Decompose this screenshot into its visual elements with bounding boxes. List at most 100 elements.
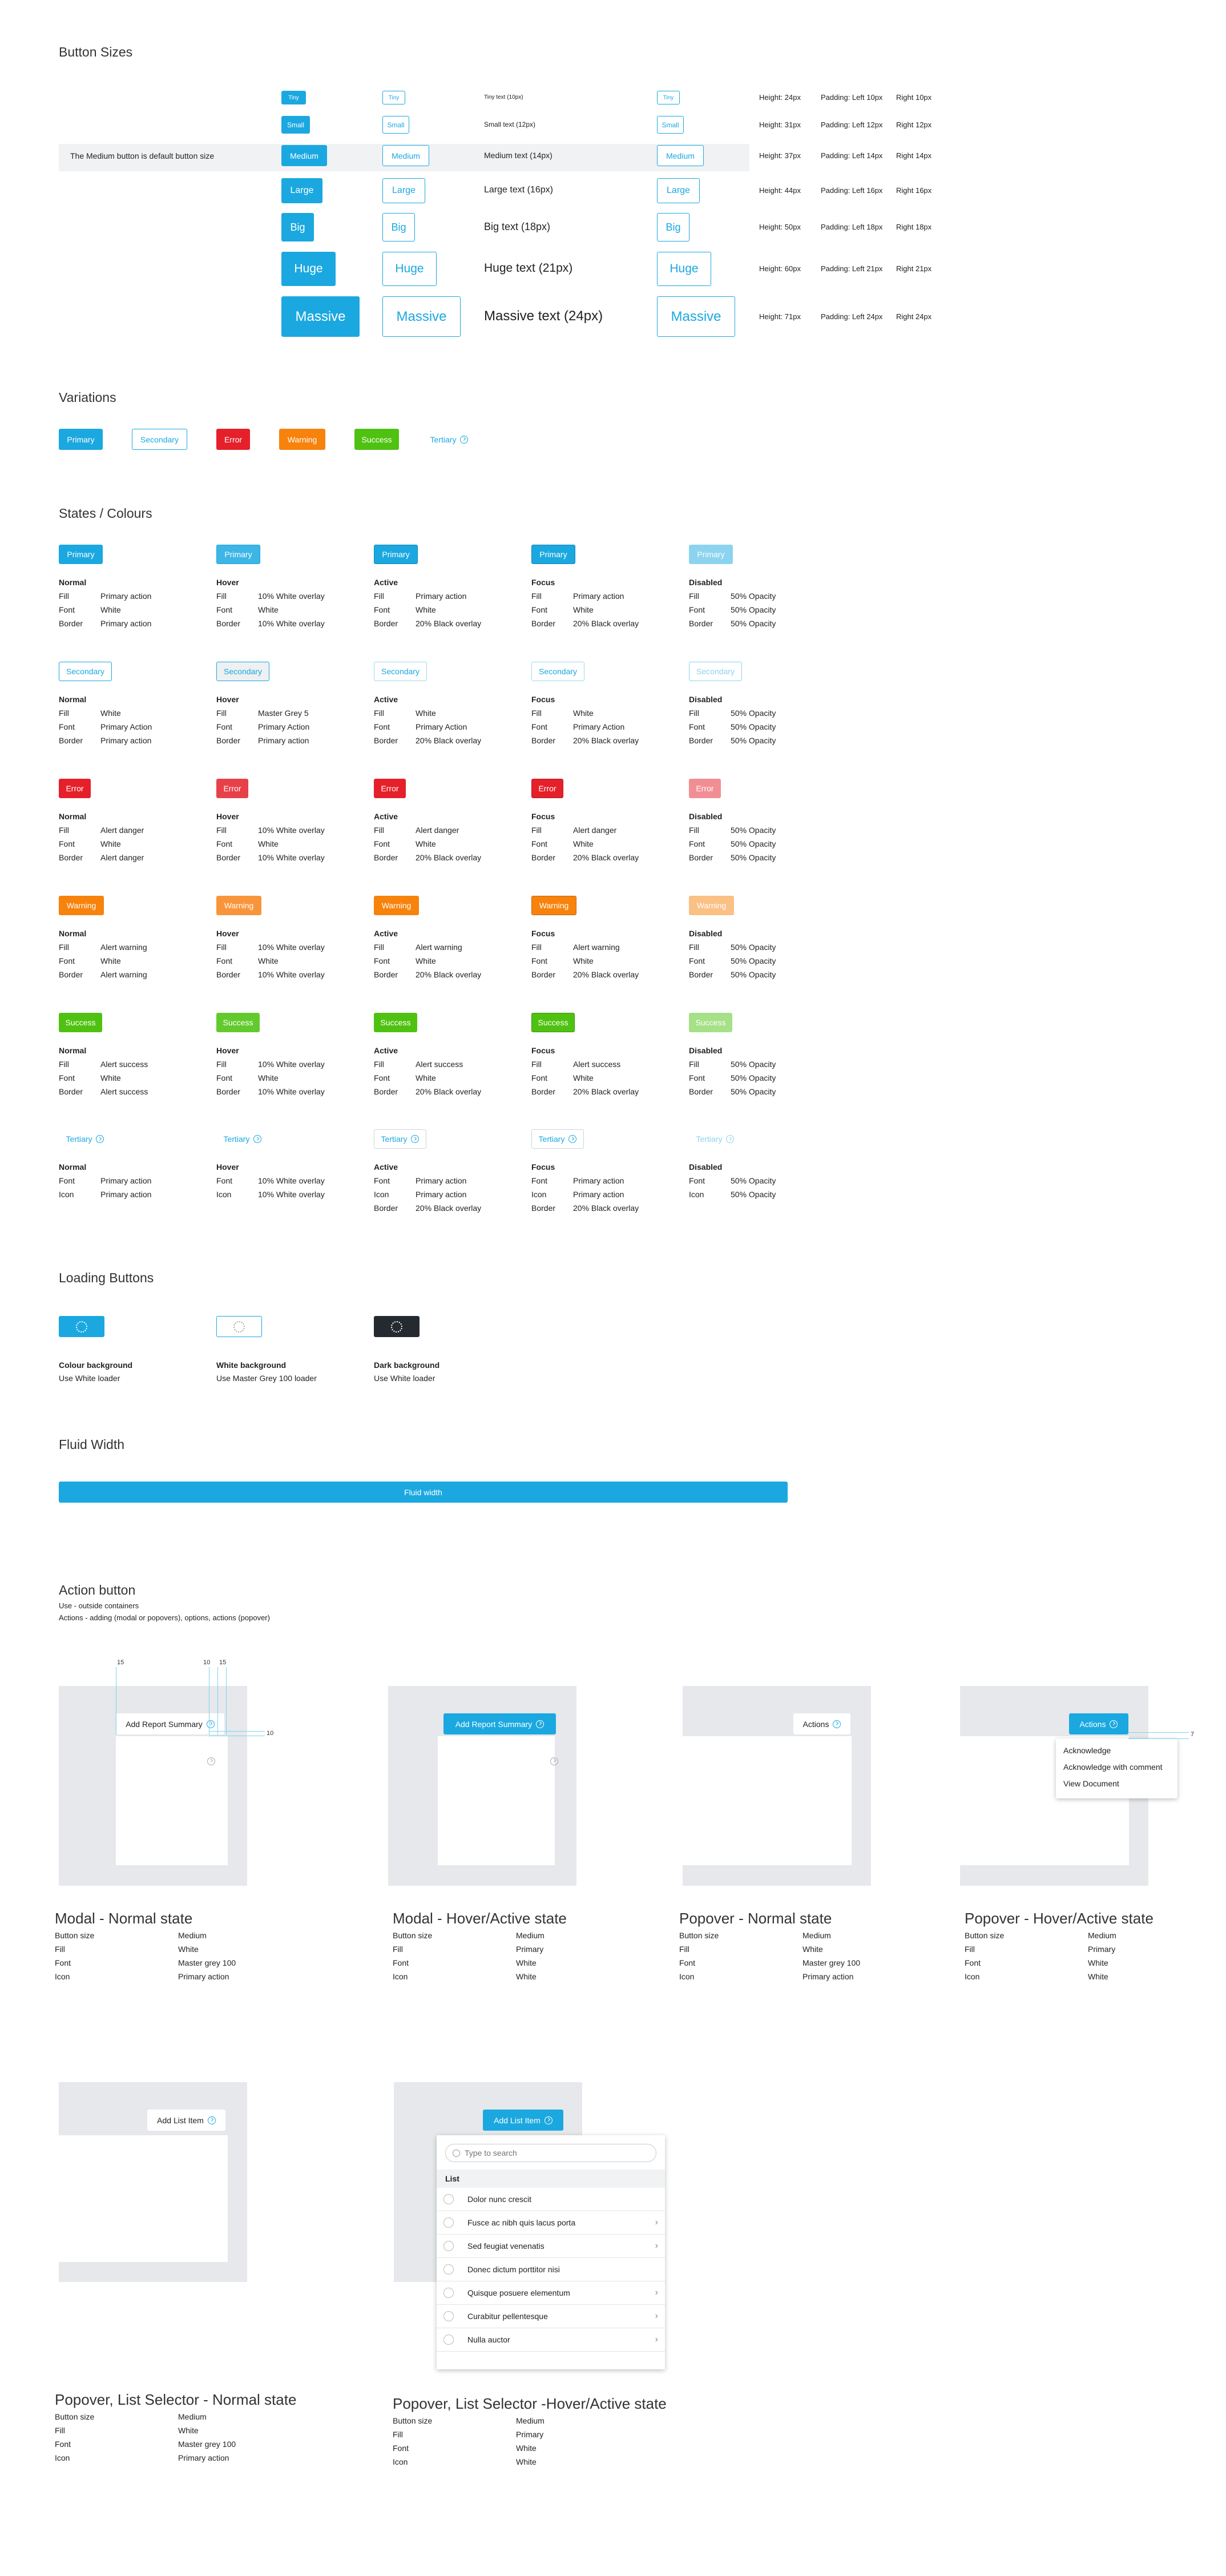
size-tertiary-button[interactable]: Big [657, 213, 689, 242]
tertiary-active-button[interactable]: Tertiary [374, 1129, 426, 1149]
add-list-item-button[interactable]: Add List Item [147, 2110, 225, 2131]
add-report-summary-button[interactable]: Add Report Summary [116, 1713, 224, 1734]
warning-hover-button[interactable]: Warning [216, 896, 261, 915]
loading-button-colour[interactable] [59, 1316, 104, 1337]
add-list-item-button-hover[interactable]: Add List Item [483, 2110, 563, 2131]
size-primary-button[interactable]: Large [281, 178, 322, 203]
size-secondary-button[interactable]: Tiny [382, 91, 405, 104]
fluid-width-button[interactable]: Fluid width [59, 1482, 788, 1503]
error-button[interactable]: Error [216, 429, 250, 450]
primary-normal-button[interactable]: Primary [59, 545, 103, 564]
size-primary-button[interactable]: Tiny [281, 91, 306, 104]
spec-value: Medium [1088, 1931, 1116, 1940]
spec-value: White [178, 1945, 199, 1954]
menu-item-acknowledge[interactable]: Acknowledge [1063, 1746, 1111, 1755]
warning-disabled-button[interactable]: Warning [689, 896, 734, 915]
menu-item-acknowledge-comment[interactable]: Acknowledge with comment [1063, 1762, 1163, 1772]
secondary-button[interactable]: Secondary [132, 429, 187, 450]
error-normal-button[interactable]: Error [59, 779, 91, 798]
radio-icon[interactable] [443, 2311, 454, 2321]
size-tertiary-button[interactable]: Huge [657, 252, 711, 286]
secondary-disabled-button[interactable]: Secondary [689, 662, 742, 681]
state-prop-value: Primary action [100, 619, 152, 628]
secondary-focus-button[interactable]: Secondary [531, 662, 584, 681]
size-tertiary-button[interactable]: Tiny [657, 91, 680, 104]
list-item[interactable]: Donec dictum porttitor nisi [437, 2258, 665, 2281]
state-prop-value: 50% Opacity [731, 826, 776, 835]
primary-hover-button[interactable]: Primary [216, 545, 260, 564]
size-secondary-button[interactable]: Large [382, 178, 425, 203]
list-search-input[interactable] [465, 2148, 636, 2158]
state-prop-key: Font [59, 839, 75, 848]
primary-focus-button[interactable]: Primary [531, 545, 575, 564]
loading-button-dark[interactable] [374, 1316, 420, 1337]
list-item[interactable]: Quisque posuere elementum › [437, 2281, 665, 2305]
secondary-active-button[interactable]: Secondary [374, 662, 427, 681]
size-secondary-button[interactable]: Medium [382, 145, 429, 166]
size-tertiary-button[interactable]: Massive [657, 296, 735, 337]
radio-icon[interactable] [443, 2194, 454, 2204]
error-disabled-button[interactable]: Error [689, 779, 721, 798]
size-height-spec: Height: 50px [759, 223, 801, 231]
size-secondary-button[interactable]: Huge [382, 252, 437, 286]
actions-button-hover[interactable]: Actions [1069, 1713, 1128, 1734]
size-tertiary-button[interactable]: Large [657, 178, 700, 203]
menu-item-view-document[interactable]: View Document [1063, 1779, 1119, 1788]
size-primary-button[interactable]: Huge [281, 252, 336, 286]
size-secondary-button[interactable]: Massive [382, 296, 461, 337]
warning-active-button[interactable]: Warning [374, 896, 419, 915]
warning-button[interactable]: Warning [279, 429, 325, 450]
spec-key: Fill [965, 1945, 975, 1954]
success-disabled-button[interactable]: Success [689, 1013, 732, 1032]
size-tertiary-button[interactable]: Medium [657, 145, 704, 166]
primary-active-button[interactable]: Primary [374, 545, 418, 564]
state-prop-value: 20% Black overlay [416, 1204, 482, 1213]
success-button[interactable]: Success [354, 429, 399, 450]
warning-normal-button[interactable]: Warning [59, 896, 104, 915]
error-focus-button[interactable]: Error [531, 779, 563, 798]
success-normal-button[interactable]: Success [59, 1013, 102, 1032]
tertiary-focus-button[interactable]: Tertiary [531, 1129, 584, 1149]
list-card-title: Popover, List Selector - Normal state [55, 2391, 297, 2408]
list-item[interactable]: Fusce ac nibh quis lacus porta › [437, 2211, 665, 2235]
radio-icon[interactable] [443, 2241, 454, 2251]
list-item[interactable]: Sed feugiat venenatis › [437, 2235, 665, 2258]
tertiary-normal-button[interactable]: Tertiary [59, 1129, 111, 1149]
list-item[interactable]: Dolor nunc crescit [437, 2188, 665, 2211]
radio-icon[interactable] [443, 2264, 454, 2275]
tertiary-hover-button[interactable]: Tertiary [216, 1129, 269, 1149]
radio-icon[interactable] [443, 2334, 454, 2345]
size-primary-button[interactable]: Small [281, 116, 310, 134]
spec-value: White [516, 2457, 537, 2466]
list-item[interactable]: Curabitur pellentesque › [437, 2305, 665, 2328]
state-prop-key: Fill [689, 591, 699, 601]
warning-focus-button[interactable]: Warning [531, 896, 576, 915]
success-active-button[interactable]: Success [374, 1013, 417, 1032]
size-padding-left-spec: Padding: Left 12px [821, 120, 883, 129]
list-item[interactable]: Nulla auctor › [437, 2328, 665, 2352]
list-search-field[interactable] [445, 2144, 656, 2162]
popover-body [683, 1736, 852, 1865]
success-hover-button[interactable]: Success [216, 1013, 260, 1032]
size-primary-button[interactable]: Medium [281, 145, 327, 166]
error-active-button[interactable]: Error [374, 779, 406, 798]
error-hover-button[interactable]: Error [216, 779, 248, 798]
size-secondary-button[interactable]: Small [382, 116, 409, 134]
actions-button[interactable]: Actions [793, 1713, 850, 1734]
tertiary-disabled-button[interactable]: Tertiary [689, 1129, 741, 1149]
state-prop-key: Border [374, 736, 398, 745]
size-secondary-button[interactable]: Big [382, 213, 415, 242]
size-primary-button[interactable]: Big [281, 213, 314, 242]
size-primary-button[interactable]: Massive [281, 296, 360, 337]
add-report-summary-button-hover[interactable]: Add Report Summary [443, 1713, 556, 1734]
primary-button[interactable]: Primary [59, 429, 103, 450]
primary-disabled-button[interactable]: Primary [689, 545, 733, 564]
loading-button-white[interactable] [216, 1316, 262, 1337]
tertiary-button[interactable]: Tertiary [424, 429, 474, 450]
radio-icon[interactable] [443, 2217, 454, 2228]
size-tertiary-button[interactable]: Small [657, 116, 684, 134]
secondary-normal-button[interactable]: Secondary [59, 662, 112, 681]
secondary-hover-button[interactable]: Secondary [216, 662, 269, 681]
success-focus-button[interactable]: Success [531, 1013, 575, 1032]
radio-icon[interactable] [443, 2288, 454, 2298]
